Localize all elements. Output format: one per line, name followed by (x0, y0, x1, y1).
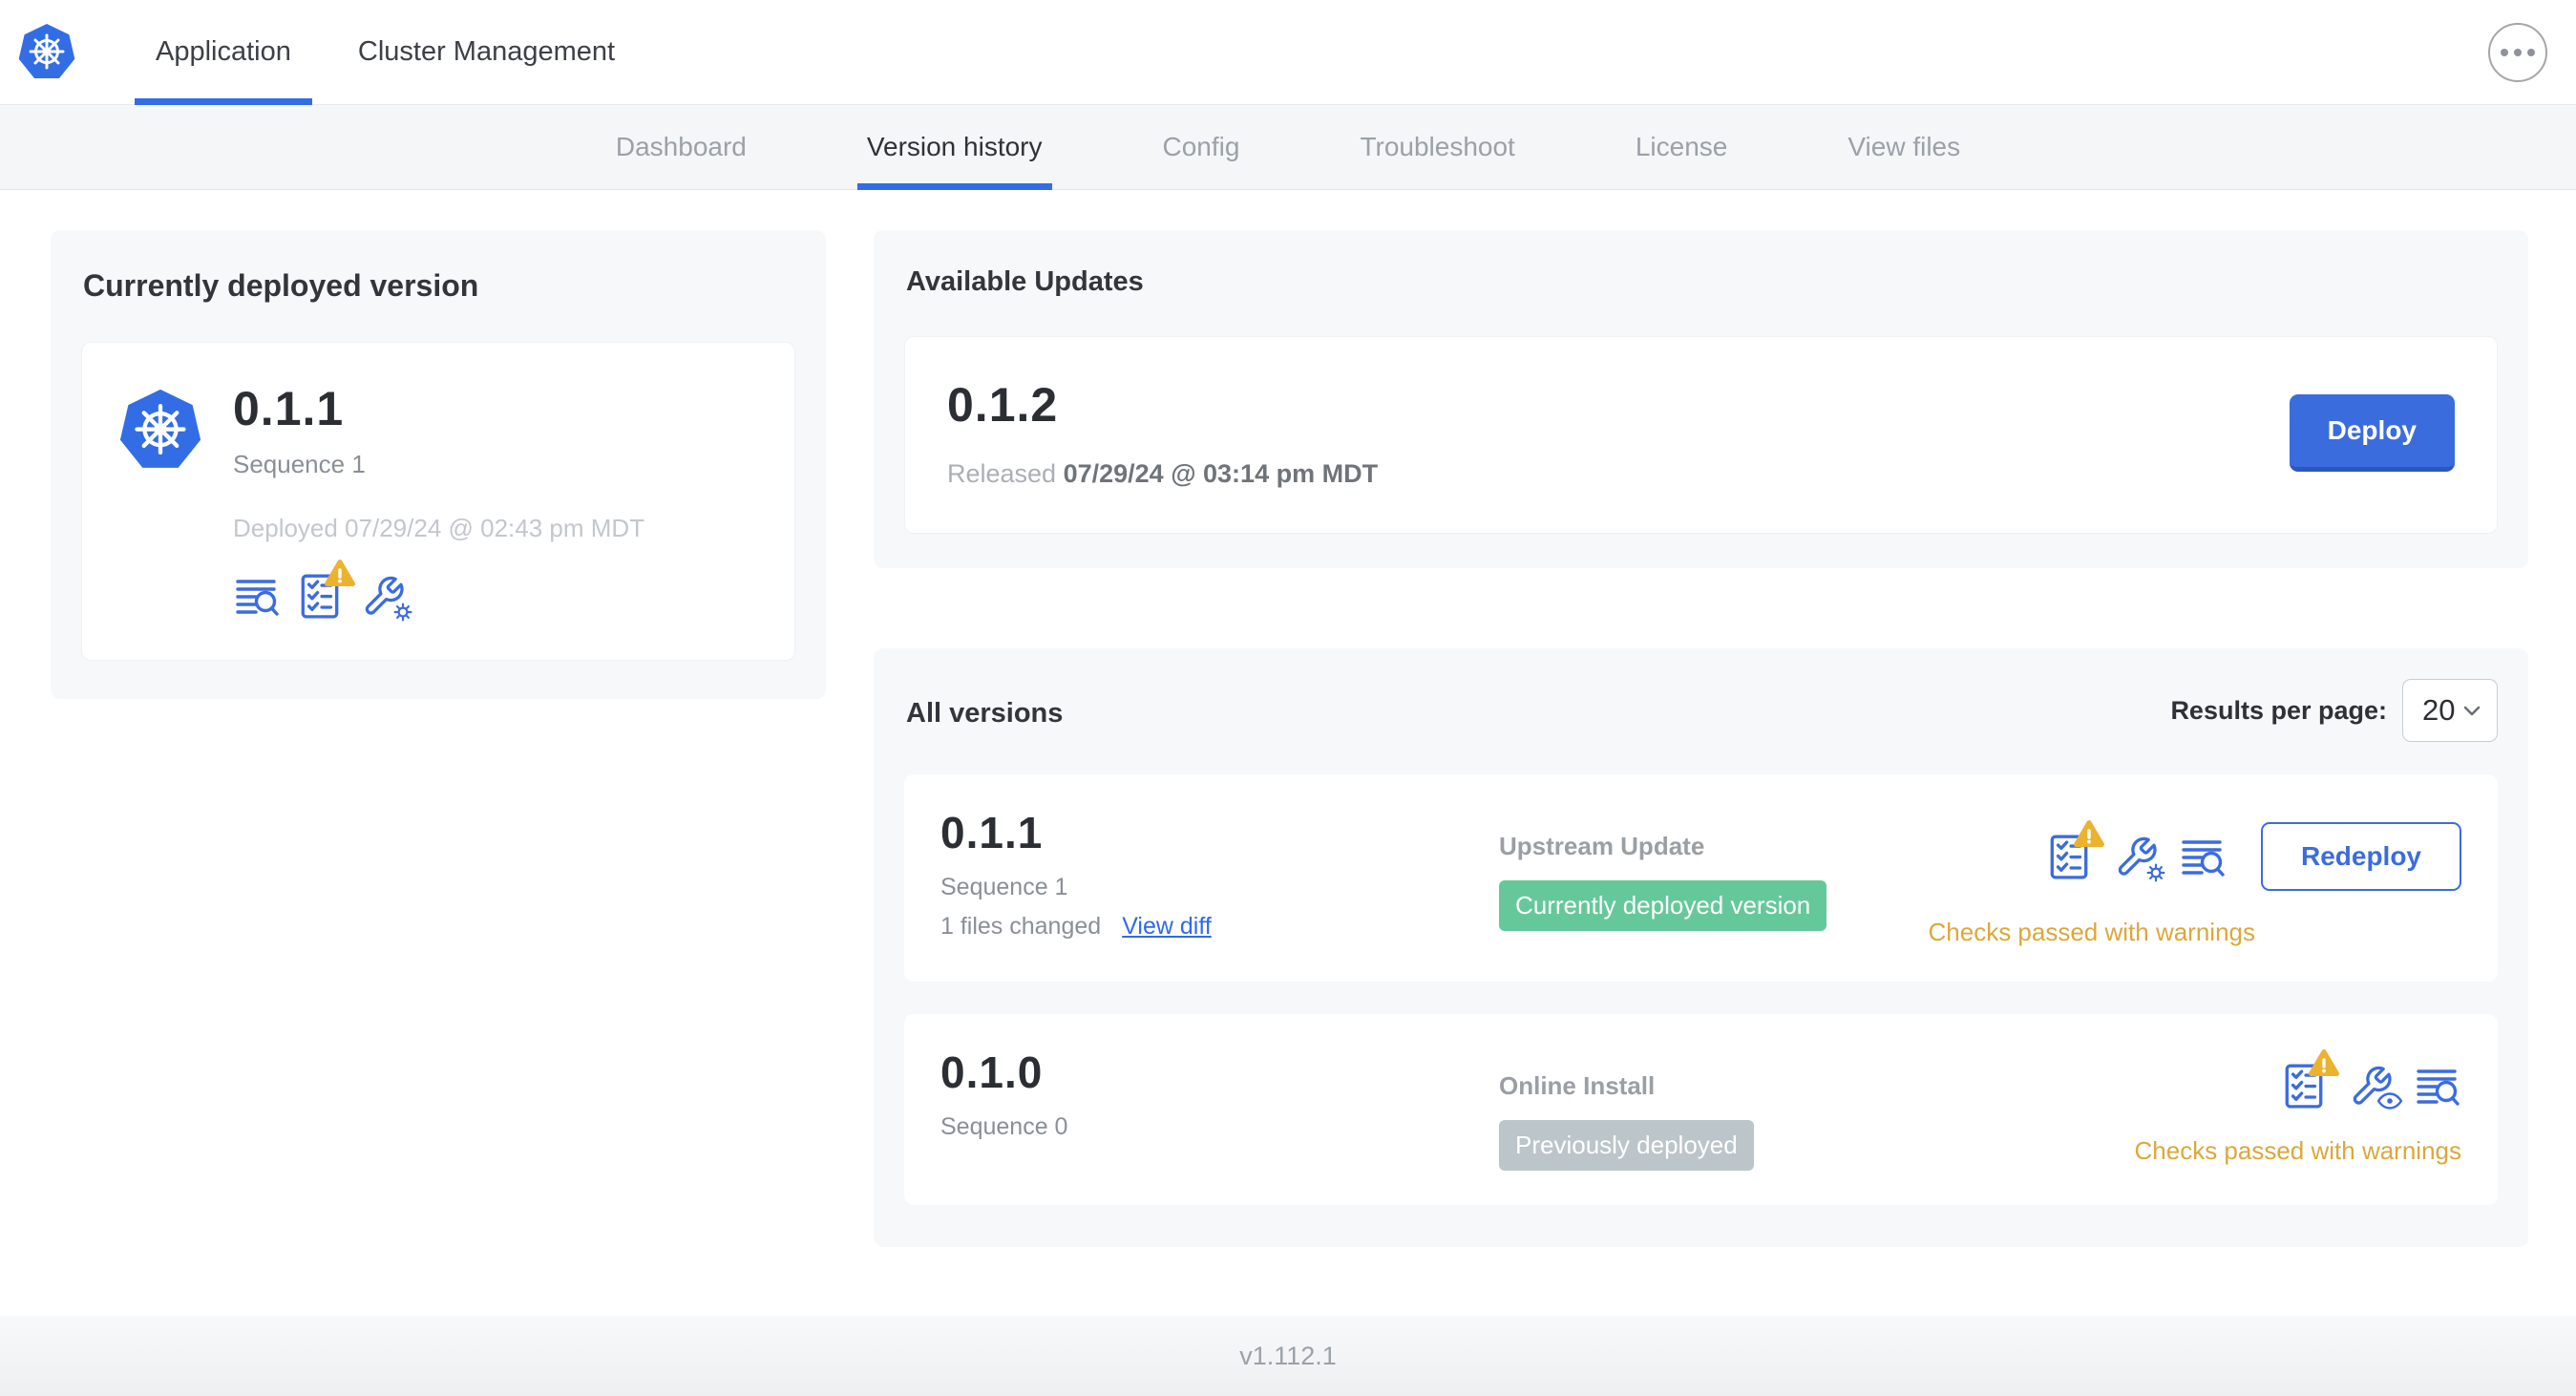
release-notes-icon[interactable] (2179, 833, 2227, 880)
header-tab-label: Application (156, 36, 291, 67)
deploy-button[interactable]: Deploy (2289, 394, 2455, 472)
tab-label: View files (1848, 132, 1961, 161)
warning-triangle-icon (325, 559, 355, 586)
results-per-page: Results per page: 20 (2170, 679, 2498, 742)
results-per-page-select[interactable]: 20 (2402, 679, 2498, 742)
available-updates-title: Available Updates (906, 266, 1144, 297)
version-actions: Redeploy Checks passed with warnings (1928, 807, 2461, 947)
app-subnav: Dashboard Version history Config Trouble… (0, 105, 2576, 190)
redeploy-button[interactable]: Redeploy (2260, 822, 2461, 891)
currently-deployed-title: Currently deployed version (83, 268, 479, 303)
header-tab-application[interactable]: Application (133, 0, 314, 105)
deployed-sequence: Sequence 1 (233, 450, 366, 478)
view-diff-link[interactable]: View diff (1122, 913, 1212, 941)
available-update-row: 0.1.2 Released 07/29/24 @ 03:14 pm MDT D… (904, 336, 2498, 534)
main-content: Currently deployed version 0.1.1 Sequenc… (0, 190, 2576, 1316)
version-info: 0.1.1 Sequence 1 1 files changed View di… (940, 807, 1499, 947)
version-source: Upstream Update Currently deployed versi… (1499, 807, 1929, 947)
gear-icon (392, 602, 413, 623)
version-row: 0.1.0 Sequence 0 Online Install Previous… (904, 1014, 2498, 1205)
right-column: Available Updates 0.1.2 Released 07/29/2… (874, 230, 2528, 1247)
update-version-number: 0.1.2 (947, 378, 1059, 432)
tab-dashboard[interactable]: Dashboard (616, 105, 747, 189)
version-row: 0.1.1 Sequence 1 1 files changed View di… (904, 774, 2498, 982)
source-label: Online Install (1499, 1071, 1656, 1100)
results-per-page-value: 20 (2422, 693, 2456, 727)
currently-deployed-card: Currently deployed version 0.1.1 Sequenc… (51, 230, 826, 699)
app-version: v1.112.1 (1239, 1341, 1337, 1370)
checks-status-text: Checks passed with warnings (2134, 1136, 2462, 1165)
tab-troubleshoot[interactable]: Troubleshoot (1360, 105, 1514, 189)
tab-view-files[interactable]: View files (1848, 105, 1960, 189)
edit-config-icon[interactable] (359, 572, 413, 623)
eye-icon (2376, 1092, 2403, 1110)
tab-license[interactable]: License (1636, 105, 1728, 189)
warning-triangle-icon (2309, 1048, 2339, 1076)
version-number: 0.1.1 (940, 808, 1044, 857)
deployed-version-tile: 0.1.1 Sequence 1 Deployed 07/29/24 @ 02:… (81, 342, 795, 661)
deployed-timestamp: Deployed 07/29/24 @ 02:43 pm MDT (233, 514, 645, 542)
available-updates-card: Available Updates 0.1.2 Released 07/29/2… (874, 230, 2528, 568)
version-number: 0.1.0 (940, 1047, 1044, 1097)
version-info: 0.1.0 Sequence 0 (940, 1047, 1499, 1171)
tab-version-history[interactable]: Version history (856, 105, 1052, 190)
kubernetes-app-icon (116, 387, 204, 475)
warning-triangle-icon (2074, 819, 2104, 847)
source-label: Upstream Update (1499, 832, 1705, 860)
tab-config[interactable]: Config (1163, 105, 1240, 189)
version-sequence: Sequence 0 (940, 1113, 1068, 1140)
release-notes-icon[interactable] (2414, 1062, 2461, 1110)
release-notes-icon[interactable] (233, 572, 281, 620)
version-sequence: Sequence 1 (940, 874, 1068, 900)
edit-config-icon[interactable] (2112, 833, 2166, 883)
files-changed-label: 1 files changed (940, 913, 1102, 940)
preflight-checks-icon[interactable] (296, 572, 344, 620)
released-date: 07/29/24 @ 03:14 pm MDT (1063, 459, 1379, 488)
app-footer: v1.112.1 (0, 1316, 2576, 1396)
tab-label: Version history (866, 132, 1043, 161)
all-versions-card: All versions Results per page: 20 0.1.1 … (874, 648, 2528, 1247)
status-badge: Previously deployed (1499, 1120, 1754, 1171)
chevron-down-icon (2463, 706, 2481, 715)
preflight-checks-icon[interactable] (2280, 1062, 2328, 1110)
all-versions-title: All versions (906, 697, 1064, 729)
released-prefix: Released (947, 459, 1057, 488)
tab-label: Troubleshoot (1360, 132, 1515, 161)
gear-icon (2145, 862, 2166, 883)
header-menu-button[interactable] (2488, 22, 2547, 82)
update-released-line: Released 07/29/24 @ 03:14 pm MDT (947, 459, 1378, 489)
deployed-version-number: 0.1.1 (233, 382, 345, 435)
tab-label: Dashboard (615, 132, 747, 161)
ellipsis-icon (2501, 48, 2535, 56)
status-badge: Currently deployed version (1499, 880, 1827, 931)
header-tab-cluster-management[interactable]: Cluster Management (335, 0, 638, 104)
app-header: Application Cluster Management (0, 0, 2576, 105)
preflight-checks-icon[interactable] (2045, 833, 2093, 880)
header-tab-label: Cluster Management (357, 36, 616, 67)
tab-label: Config (1162, 132, 1240, 161)
results-per-page-label: Results per page: (2170, 695, 2387, 725)
tab-label: License (1635, 132, 1728, 161)
version-source: Online Install Previously deployed (1499, 1047, 2135, 1171)
kubernetes-logo-icon (16, 22, 77, 83)
view-config-icon[interactable] (2347, 1062, 2403, 1110)
version-actions: Checks passed with warnings (2134, 1047, 2462, 1171)
checks-status-text: Checks passed with warnings (1928, 918, 2256, 946)
